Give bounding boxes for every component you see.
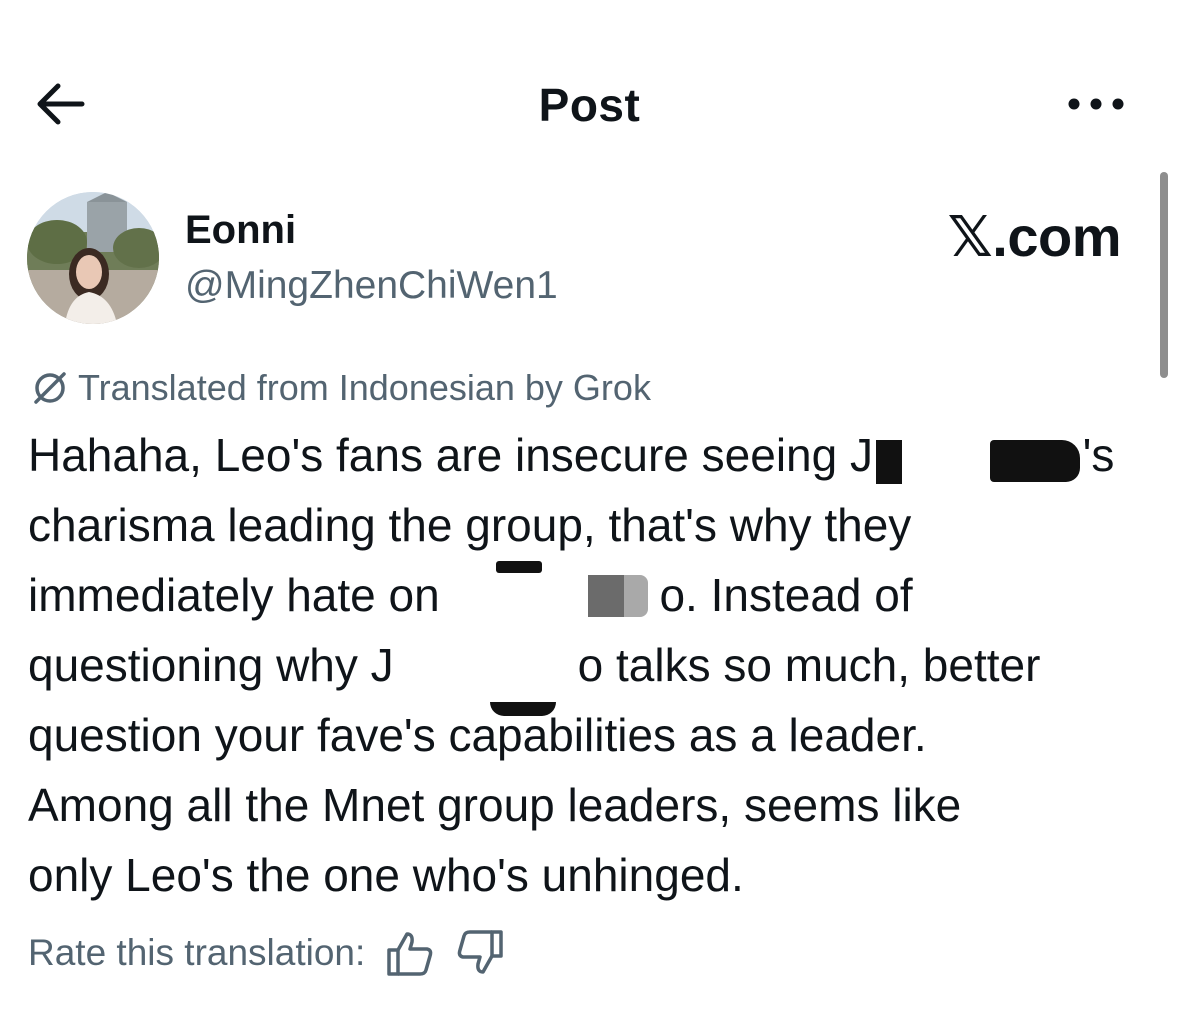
page-title: Post	[538, 79, 641, 131]
author-display-name[interactable]: Eonni	[185, 208, 296, 253]
thumbs-down-icon	[457, 930, 504, 974]
redaction-mark	[624, 575, 648, 617]
redaction-mark	[588, 575, 624, 617]
thumbs-up-button[interactable]	[385, 928, 435, 978]
avatar[interactable]	[27, 192, 159, 324]
tweet-line: Among all the Mnet group leaders, seems …	[28, 779, 962, 831]
tweet-line: questioning why J o talks so much, bette…	[28, 639, 1041, 691]
tweet-line: charisma leading the group, that's why t…	[28, 499, 912, 551]
tweet-line: only Leo's the one who's unhinged.	[28, 849, 744, 901]
avatar-photo	[27, 192, 159, 324]
tweet-text: Hahaha, Leo's fans are insecure seeing J…	[28, 420, 1138, 910]
translation-notice: Translated from Indonesian by Grok	[30, 367, 651, 409]
redaction-mark	[876, 440, 902, 484]
post-header: Post	[0, 0, 1179, 170]
redaction-mark	[990, 440, 1080, 482]
more-horizontal-icon	[1068, 98, 1124, 110]
redaction-mark	[420, 640, 578, 696]
author-handle[interactable]: @MingZhenChiWen1	[185, 264, 558, 308]
thumbs-up-icon	[387, 932, 433, 976]
redaction-mark	[496, 561, 542, 573]
x-watermark: 𝕏.com	[947, 205, 1122, 268]
rate-translation-row: Rate this translation:	[28, 928, 505, 978]
tweet-line: question your fave's capabilities as a l…	[28, 709, 927, 761]
more-options-button[interactable]	[1060, 88, 1130, 120]
redaction-mark	[490, 702, 556, 716]
thumbs-down-button[interactable]	[455, 928, 505, 978]
translation-label: Translated from Indonesian by Grok	[78, 367, 651, 408]
grok-icon	[34, 372, 66, 404]
rate-translation-label: Rate this translation:	[28, 932, 366, 973]
scrollbar[interactable]	[1160, 172, 1168, 378]
